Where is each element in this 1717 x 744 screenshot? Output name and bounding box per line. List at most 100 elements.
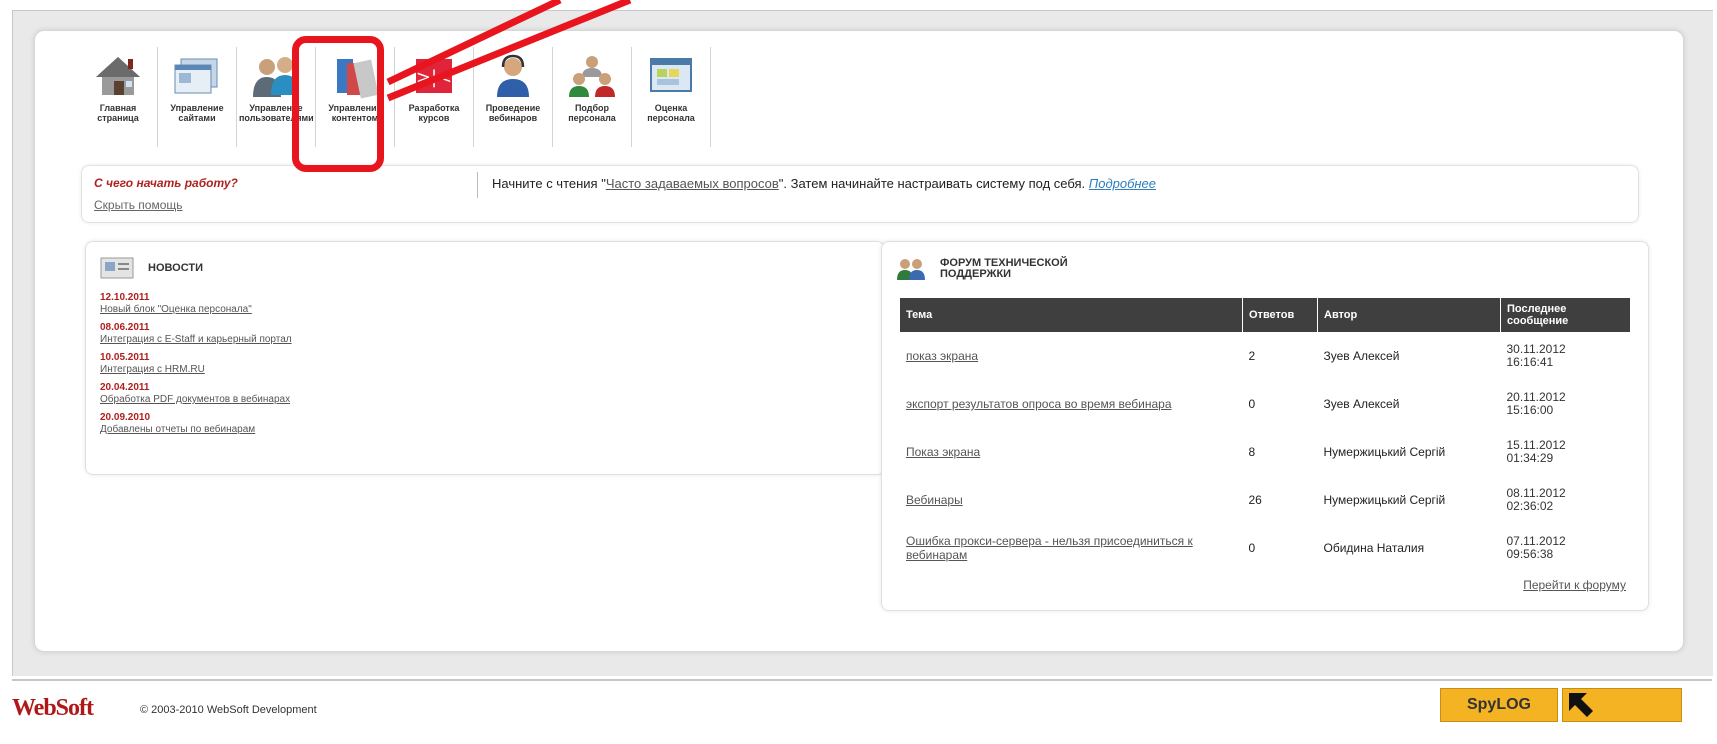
news-box: НОВОСТИ 12.10.2011 Новый блок "Оценка пе… — [85, 241, 885, 475]
table-row: Показ экрана 8 Нумержицький Сергій 15.11… — [900, 428, 1630, 476]
footer-divider — [12, 679, 1712, 681]
users-icon — [253, 57, 299, 97]
topic-link[interactable]: Ошибка прокси-сервера - нельзя присоедин… — [906, 534, 1193, 562]
last-time: 01:34:29 — [1506, 451, 1554, 465]
main-panel: Главная страница Управление сайтами Упра… — [34, 30, 1684, 652]
tool-users-label: Управление пользователями — [239, 103, 314, 123]
news-link[interactable]: Интеграция с E-Staff и карьерный портал — [100, 334, 292, 346]
news-list: 12.10.2011 Новый блок "Оценка персонала"… — [100, 292, 292, 442]
topic-link[interactable]: Вебинары — [906, 493, 963, 507]
news-date: 08.06.2011 — [100, 322, 150, 333]
tool-home-label: Главная страница — [97, 103, 139, 123]
course-dev-icon: >|< — [416, 59, 452, 93]
last-time: 15:16:00 — [1506, 403, 1554, 417]
last-message-cell: 20.11.2012 15:16:00 — [1501, 380, 1631, 428]
last-time: 16:16:41 — [1506, 355, 1554, 369]
news-header: НОВОСТИ — [100, 256, 203, 280]
websoft-logo: WebSoft — [12, 695, 94, 721]
forum-table: Тема Ответов Автор Последнее сообщение по… — [900, 298, 1630, 572]
news-title: НОВОСТИ — [148, 261, 204, 274]
help-question: С чего начать работу? — [94, 176, 238, 190]
topic-link[interactable]: Показ экрана — [906, 445, 980, 459]
help-text-before: Начните с чтения " — [492, 176, 606, 191]
table-row: экспорт результатов опроса во время веби… — [900, 380, 1630, 428]
topic-cell: Показ экрана — [900, 428, 1243, 476]
news-date: 12.10.2011 — [100, 292, 150, 303]
col-answers[interactable]: Ответов — [1242, 298, 1318, 332]
last-time: 02:36:02 — [1506, 499, 1554, 513]
table-row: Ошибка прокси-сервера - нельзя присоедин… — [900, 524, 1630, 572]
col-topic[interactable]: Тема — [900, 298, 1243, 332]
col-last-line2: сообщение — [1507, 315, 1569, 327]
tool-content-label: Управление контентом — [328, 103, 382, 123]
news-link[interactable]: Обработка PDF документов в вебинарах — [100, 394, 292, 406]
table-row: Вебинары 26 Нумержицький Сергій 08.11.20… — [900, 476, 1630, 524]
forum-icon — [897, 259, 925, 280]
house-icon — [96, 57, 140, 95]
help-separator — [477, 172, 478, 198]
col-author[interactable]: Автор — [1317, 298, 1501, 332]
news-link[interactable]: Новый блок "Оценка персонала" — [100, 304, 292, 316]
topic-link[interactable]: показ экрана — [906, 349, 978, 363]
last-date: 15.11.2012 — [1506, 438, 1566, 452]
tool-evaluation[interactable]: Оценка персонала — [632, 47, 711, 147]
spylog-counter[interactable]: SpyLOG — [1440, 688, 1558, 722]
forum-table-header: Тема Ответов Автор Последнее сообщение — [900, 298, 1630, 332]
tool-websites[interactable]: Управление сайтами — [158, 47, 237, 147]
help-text-after: ". Затем начинайте настраивать систему п… — [778, 176, 1086, 191]
col-last-line1: Последнее — [1507, 303, 1567, 315]
tool-evaluation-label: Оценка персонала — [647, 103, 695, 123]
news-item: 10.05.2011 Интеграция с HRM.RU — [100, 352, 292, 376]
author-cell: Нумержицький Сергій — [1323, 445, 1446, 459]
tool-users[interactable]: Управление пользователями — [237, 47, 316, 147]
more-link[interactable]: Подробнее — [1089, 176, 1156, 191]
tool-webinar-label: Проведение вебинаров — [485, 103, 541, 123]
last-message-cell: 15.11.2012 01:34:29 — [1501, 428, 1631, 476]
tool-home[interactable]: Главная страница — [79, 47, 158, 147]
topic-link[interactable]: экспорт результатов опроса во время веби… — [906, 397, 1172, 411]
last-date: 30.11.2012 — [1506, 342, 1566, 356]
news-link[interactable]: Добавлены отчеты по вебинарам — [100, 424, 292, 436]
help-text: Начните с чтения "Часто задаваемых вопро… — [492, 176, 1156, 191]
table-row: показ экрана 2 Зуев Алексей 30.11.2012 16… — [900, 332, 1630, 380]
answers-cell: 26 — [1248, 493, 1262, 507]
module-toolbar: Главная страница Управление сайтами Упра… — [79, 47, 711, 147]
news-date: 10.05.2011 — [100, 352, 150, 363]
topic-cell: Вебинары — [900, 476, 1243, 524]
news-item: 20.09.2010 Добавлены отчеты по вебинарам — [100, 412, 292, 436]
last-message-cell: 07.11.2012 09:56:38 — [1501, 524, 1631, 572]
last-date: 20.11.2012 — [1506, 390, 1566, 404]
news-item: 12.10.2011 Новый блок "Оценка персонала" — [100, 292, 292, 316]
arrow-up-left-icon — [1569, 693, 1593, 717]
forum-box: ФОРУМ ТЕХНИЧЕСКОЙ ПОДДЕРЖКИ Тема Ответов … — [881, 241, 1649, 611]
topic-cell: экспорт результатов опроса во время веби… — [900, 380, 1243, 428]
go-to-forum-link[interactable]: Перейти к форуму — [1523, 578, 1626, 592]
author-cell: Зуев Алексей — [1323, 397, 1400, 411]
topic-cell: показ экрана — [900, 332, 1243, 380]
websites-icon — [174, 58, 218, 94]
tool-recruit-label: Подбор персонала — [568, 103, 616, 123]
author-cell: Обидина Наталия — [1323, 541, 1425, 555]
content-icon — [337, 59, 379, 99]
tool-content[interactable]: Управление контентом — [316, 47, 395, 147]
forum-title-line2: ПОДДЕРЖКИ — [940, 268, 1012, 280]
help-box: С чего начать работу? Скрыть помощь Начн… — [81, 165, 1639, 223]
news-date: 20.04.2011 — [100, 382, 150, 393]
forum-header: ФОРУМ ТЕХНИЧЕСКОЙ ПОДДЕРЖКИ — [896, 256, 1068, 282]
evaluation-icon — [650, 58, 692, 92]
back-to-top-button[interactable] — [1562, 688, 1682, 722]
author-cell: Нумержицький Сергій — [1323, 493, 1446, 507]
col-last-message[interactable]: Последнее сообщение — [1500, 298, 1630, 332]
news-link[interactable]: Интеграция с HRM.RU — [100, 364, 292, 376]
tool-recruit[interactable]: Подбор персонала — [553, 47, 632, 147]
hide-help-link[interactable]: Скрыть помощь — [94, 198, 183, 212]
tool-course-dev[interactable]: >|< Разработка курсов — [395, 47, 474, 147]
answers-cell: 0 — [1248, 541, 1256, 555]
news-item: 20.04.2011 Обработка PDF документов в ве… — [100, 382, 292, 406]
faq-link[interactable]: Часто задаваемых вопросов — [606, 176, 779, 191]
author-cell: Зуев Алексей — [1323, 349, 1400, 363]
answers-cell: 0 — [1248, 397, 1256, 411]
tool-websites-label: Управление сайтами — [170, 103, 224, 123]
recruit-icon — [569, 56, 615, 97]
tool-webinar[interactable]: Проведение вебинаров — [474, 47, 553, 147]
